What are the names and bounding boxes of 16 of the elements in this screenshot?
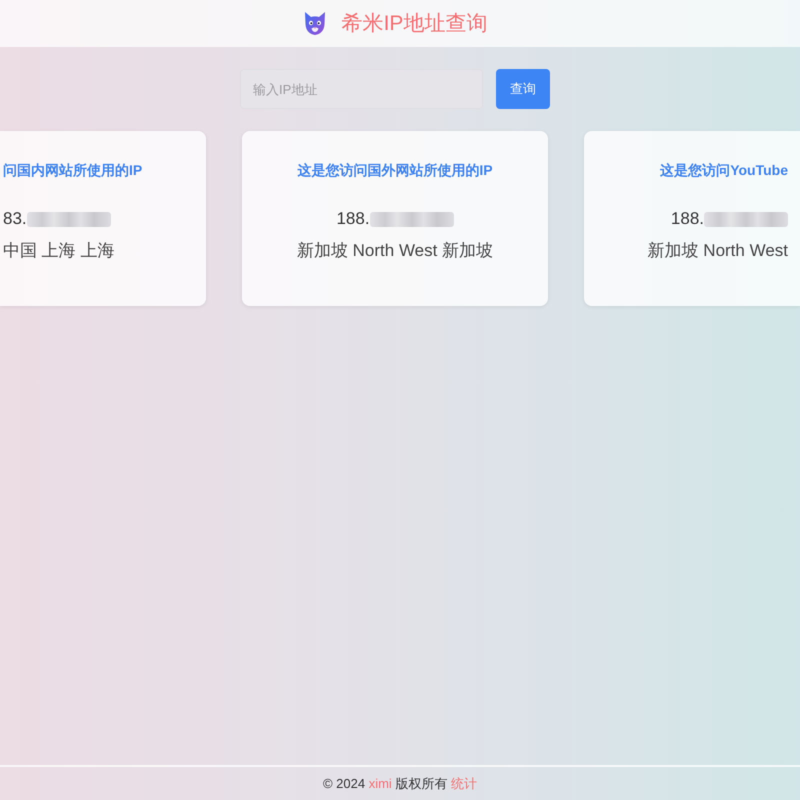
footer-text: © 2024 ximi 版权所有 统计 [322, 774, 478, 792]
ip-location: 新加坡 North West [648, 240, 788, 262]
owner-link[interactable]: ximi [368, 776, 392, 790]
card-title: 这是您访问国外网站所使用的IP [297, 161, 493, 180]
ip-location: 中国 上海 上海 [3, 240, 114, 262]
site-title: 希米IP地址查询 [342, 10, 488, 36]
query-button[interactable]: 查询 [496, 69, 550, 109]
ip-location: 新加坡 North West 新加坡 [296, 240, 494, 262]
cat-logo-icon [302, 11, 327, 36]
ip-address: 83. [3, 208, 27, 230]
card-title: 这是您访问YouTube [660, 161, 788, 180]
stats-link[interactable]: 统计 [451, 776, 478, 790]
card-title: 问国内网站所使用的IP [3, 161, 142, 180]
ip-input-field[interactable]: 输入IP地址 [240, 69, 483, 109]
ip-address: 188. [336, 208, 370, 230]
ip-address: 188. [670, 208, 704, 230]
